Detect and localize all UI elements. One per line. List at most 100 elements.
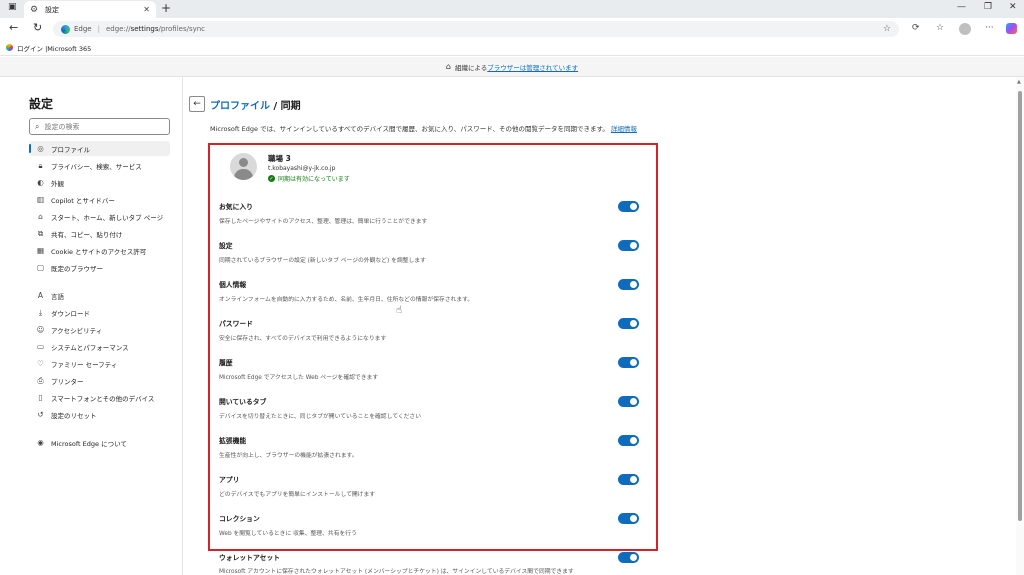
sidebar-item-phone[interactable]: ▯ スマートフォンとその他のデバイス: [29, 390, 170, 405]
favorites-icon[interactable]: ☆: [936, 23, 944, 33]
sidebar-item-label: Cookie とサイトのアクセス許可: [51, 247, 147, 256]
sync-item-title: コレクション: [219, 515, 260, 523]
sidebar-title: 設定: [29, 97, 54, 111]
profile-avatar: [230, 153, 257, 180]
minimize-icon[interactable]: —: [957, 2, 966, 12]
sync-item-title: 個人情報: [219, 281, 247, 289]
sync-description: Microsoft Edge では、サインインしているすべてのデバイス間で履歴、…: [210, 123, 637, 133]
sidebar-item-system[interactable]: ▭ システムとパフォーマンス: [29, 339, 170, 354]
breadcrumb-separator: /: [273, 101, 278, 112]
printer-icon: ⎙: [37, 375, 44, 385]
sidebar-item-label: 既定のブラウザー: [51, 264, 103, 273]
profile-avatar-button[interactable]: [959, 23, 971, 35]
sidebar-item-label: アクセシビリティ: [51, 326, 103, 335]
sync-item-title: 設定: [219, 242, 233, 250]
address-divider: |: [97, 25, 100, 33]
sync-item-title: アプリ: [219, 476, 240, 484]
address-bar[interactable]: Edge | edge://settings/profiles/sync ☆: [53, 21, 899, 37]
sync-item-desc: Microsoft Edge でアクセスした Web ページを確認できます: [219, 375, 379, 381]
sidebar-item-label: プリンター: [51, 377, 84, 386]
favorite-link-microsoft365[interactable]: ログイン |Microsoft 365: [17, 43, 91, 53]
toggle-personal-info[interactable]: [618, 279, 639, 290]
sidebar-item-reset[interactable]: ↺ 設定のリセット: [29, 407, 170, 422]
sidebar-item-printers[interactable]: ⎙ プリンター: [29, 373, 170, 388]
toggle-extensions[interactable]: [618, 435, 639, 446]
sidebar-item-label: システムとパフォーマンス: [51, 343, 129, 352]
sidebar-item-family[interactable]: ♡ ファミリー セーフティ: [29, 356, 170, 371]
title-bar: ▣ ⚙ 設定 ✕ + — ❐ ✕: [0, 0, 1024, 18]
sync-status-text: 同期は有効になっています: [278, 176, 350, 183]
sidebar-item-share[interactable]: ⧉ 共有、コピー、貼り付け: [29, 226, 170, 241]
edge-icon: ◉: [37, 438, 44, 447]
navigation-bar: ← ↻ Edge | edge://settings/profiles/sync…: [0, 18, 1024, 40]
sidebar-item-downloads[interactable]: ⤓ ダウンロード: [29, 305, 170, 320]
tab-title: 設定: [45, 5, 59, 14]
restore-icon[interactable]: ❐: [984, 2, 992, 12]
sync-status: ✓ 同期は有効になっています: [268, 174, 350, 183]
back-button[interactable]: ←: [189, 96, 205, 112]
profile-icon: ◎: [37, 144, 44, 153]
sync-item-desc: 同期されているブラウザーの設定 (新しいタブ ページの外観など) を調整します: [219, 258, 426, 264]
learn-more-link[interactable]: 詳細情報: [611, 125, 637, 133]
page-title: 同期: [280, 101, 301, 112]
sidebar-item-about[interactable]: ◉ Microsoft Edge について: [29, 435, 170, 450]
tab-settings[interactable]: ⚙ 設定 ✕: [24, 1, 156, 18]
breadcrumb-profile-link[interactable]: プロファイル: [210, 101, 270, 112]
favorite-star-icon[interactable]: ☆: [883, 24, 891, 34]
toggle-history[interactable]: [618, 357, 639, 368]
appearance-icon: ◐: [37, 178, 44, 187]
scroll-up-icon[interactable]: ▲: [1017, 79, 1021, 85]
sidebar-item-appearance[interactable]: ◐ 外観: [29, 175, 170, 190]
sidebar-item-label: ダウンロード: [51, 309, 90, 318]
copilot-icon[interactable]: [1006, 23, 1017, 34]
lock-icon: 🔒︎: [38, 160, 43, 170]
edge-logo-icon: [61, 24, 70, 34]
toggle-settings[interactable]: [618, 240, 639, 251]
briefcase-icon: ⌂: [445, 62, 451, 71]
new-tab-button[interactable]: +: [161, 1, 171, 15]
settings-search-input[interactable]: ⌕ 設定の検索: [29, 118, 170, 135]
toggle-apps[interactable]: [618, 474, 639, 485]
scrollbar[interactable]: ▲: [1016, 77, 1024, 575]
sync-item-desc: どのデバイスでもアプリを簡単にインストールして開けます: [219, 492, 376, 498]
managed-link[interactable]: ブラウザーは管理されています: [487, 62, 578, 72]
sidebar-item-label: 設定のリセット: [51, 411, 97, 420]
extensions-icon[interactable]: ⟳: [912, 23, 920, 33]
cookie-icon: ▦: [36, 246, 45, 255]
close-tab-icon[interactable]: ✕: [143, 5, 150, 14]
scrollbar-thumb[interactable]: [1018, 91, 1022, 521]
search-icon: ⌕: [35, 121, 40, 131]
sync-item-title: 開いているタブ: [219, 398, 267, 406]
sync-item-title: パスワード: [219, 320, 253, 328]
toggle-favorites[interactable]: [618, 201, 639, 212]
toggle-collections[interactable]: [618, 513, 639, 524]
profile-name: 職場 3: [268, 154, 291, 163]
profile-email: t.kobayashi@y-jk.co.jp: [268, 165, 336, 172]
sidebar-item-default-browser[interactable]: ▢ 既定のブラウザー: [29, 260, 170, 275]
hand-cursor-icon: ☝: [396, 305, 403, 316]
tab-actions-icon[interactable]: ▣: [8, 2, 17, 12]
phone-icon: ▯: [38, 393, 43, 402]
sidebar-item-languages[interactable]: A 言語: [29, 288, 170, 303]
sidebar-item-privacy[interactable]: 🔒︎ プライバシー、検索、サービス: [29, 158, 170, 173]
sync-item-desc: デバイスを切り替えたときに、同じタブが開いていることを確認してください: [219, 414, 422, 420]
sidebar-item-profile[interactable]: ◎ プロファイル: [29, 141, 170, 156]
sidebar-item-cookies[interactable]: ▦ Cookie とサイトのアクセス許可: [29, 243, 170, 258]
back-icon[interactable]: ←: [9, 21, 18, 34]
sidebar-item-start-home[interactable]: ⌂ スタート、ホーム、新しいタブ ページ: [29, 209, 170, 224]
toggle-wallet[interactable]: [618, 552, 639, 563]
sidebar-item-label: 言語: [51, 292, 64, 301]
sidebar-item-label: プロファイル: [51, 145, 90, 154]
sidebar-item-copilot[interactable]: ▥ Copilot とサイドバー: [29, 192, 170, 207]
sidebar-item-accessibility[interactable]: ☺ アクセシビリティ: [29, 322, 170, 337]
sidebar-item-label: スマートフォンとその他のデバイス: [51, 394, 155, 403]
sync-item-desc: Microsoft アカウントに保存されたウォレットアセット (メンバーシップと…: [219, 569, 574, 575]
sync-item-title: 拡張機能: [219, 437, 247, 445]
sync-item-desc: 保存したページやサイトのアクセス、整理、管理は、簡単に行うことができます: [219, 219, 428, 225]
close-window-icon[interactable]: ✕: [1009, 2, 1017, 12]
toggle-open-tabs[interactable]: [618, 396, 639, 407]
more-menu-icon[interactable]: ···: [985, 23, 994, 33]
gear-icon: ⚙: [30, 4, 39, 15]
refresh-icon[interactable]: ↻: [33, 21, 42, 34]
toggle-passwords[interactable]: [618, 318, 639, 329]
